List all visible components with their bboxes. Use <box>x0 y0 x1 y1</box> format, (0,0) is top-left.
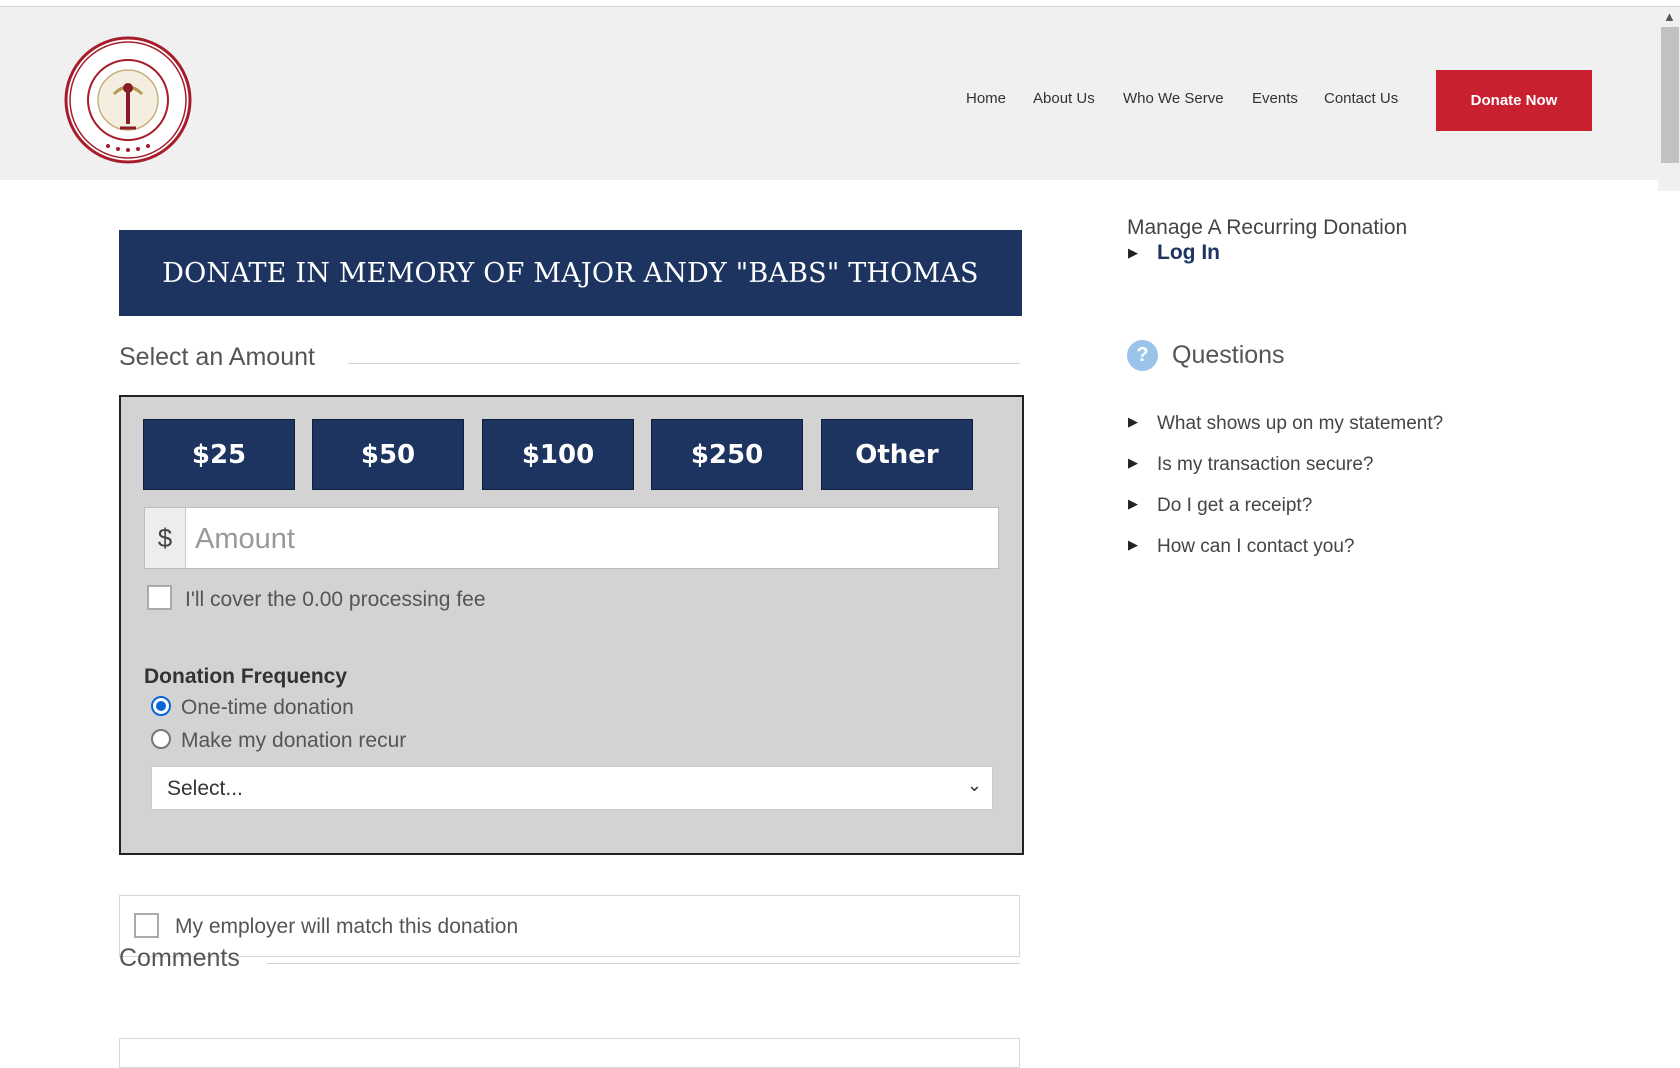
select-amount-divider <box>348 363 1020 364</box>
manage-recurring-title: Manage A Recurring Donation <box>1127 216 1408 239</box>
employer-match-checkbox[interactable] <box>134 913 159 938</box>
nav-events[interactable]: Events <box>1252 90 1298 107</box>
questions-heading: Questions <box>1172 341 1285 369</box>
recur-select-value: Select... <box>167 777 243 800</box>
amount-field: $ <box>144 507 999 569</box>
scroll-up-icon[interactable]: ▲ <box>1663 9 1676 24</box>
recur-frequency-select[interactable]: Select... ⌄ <box>151 766 993 810</box>
amount-input[interactable] <box>193 520 987 558</box>
amount-25-button[interactable]: $25 <box>143 419 295 490</box>
employer-match-box: My employer will match this donation <box>119 895 1020 957</box>
amount-other-button[interactable]: Other <box>821 419 973 490</box>
foundation-logo[interactable] <box>64 36 192 164</box>
recur-label: Make my donation recur <box>181 729 407 752</box>
faq-caret-icon: ▶ <box>1128 455 1138 470</box>
question-icon: ? <box>1127 340 1158 371</box>
page-scrollbar[interactable]: ▲ <box>1658 7 1680 191</box>
nav-who-we-serve[interactable]: Who We Serve <box>1123 90 1224 107</box>
site-header: Home About Us Who We Serve Events Contac… <box>0 7 1658 180</box>
scrollbar-thumb[interactable] <box>1661 27 1679 163</box>
faq-contact-link[interactable]: How can I contact you? <box>1157 536 1355 558</box>
chevron-down-icon: ⌄ <box>966 775 982 795</box>
one-time-radio[interactable] <box>151 696 171 716</box>
browser-top-edge <box>0 0 1680 7</box>
one-time-label: One-time donation <box>181 696 354 719</box>
donate-now-button[interactable]: Donate Now <box>1436 70 1592 131</box>
cover-fee-label: I'll cover the 0.00 processing fee <box>185 588 486 611</box>
comments-textarea[interactable] <box>119 1038 1020 1068</box>
page-title-banner: DONATE IN MEMORY OF MAJOR ANDY "BABS" TH… <box>119 230 1022 316</box>
faq-caret-icon: ▶ <box>1128 414 1138 429</box>
amount-100-button[interactable]: $100 <box>482 419 634 490</box>
employer-match-label: My employer will match this donation <box>175 915 519 938</box>
faq-caret-icon: ▶ <box>1128 496 1138 511</box>
amount-50-button[interactable]: $50 <box>312 419 464 490</box>
login-link[interactable]: Log In <box>1157 241 1220 265</box>
login-caret-icon: ▶ <box>1128 245 1138 260</box>
cover-fee-checkbox[interactable] <box>147 585 172 610</box>
comments-heading: Comments <box>119 944 240 972</box>
faq-caret-icon: ▶ <box>1128 537 1138 552</box>
frequency-heading: Donation Frequency <box>144 665 348 688</box>
amount-250-button[interactable]: $250 <box>651 419 803 490</box>
amount-panel: $25 $50 $100 $250 Other $ I'll cover the… <box>119 395 1024 855</box>
nav-about-us[interactable]: About Us <box>1033 90 1095 107</box>
faq-secure-link[interactable]: Is my transaction secure? <box>1157 454 1373 476</box>
nav-contact-us[interactable]: Contact Us <box>1324 90 1398 107</box>
recur-radio[interactable] <box>151 729 171 749</box>
comments-divider <box>267 963 1020 964</box>
select-amount-heading: Select an Amount <box>119 343 315 371</box>
currency-symbol: $ <box>145 508 186 568</box>
faq-receipt-link[interactable]: Do I get a receipt? <box>1157 495 1312 517</box>
faq-statement-link[interactable]: What shows up on my statement? <box>1157 413 1443 435</box>
nav-home[interactable]: Home <box>966 90 1006 107</box>
